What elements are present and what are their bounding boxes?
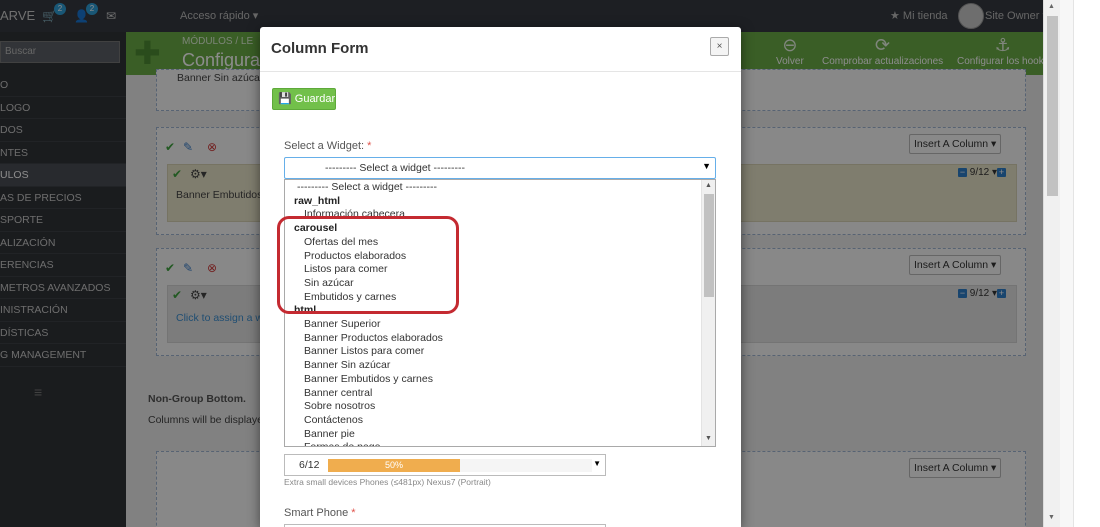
scroll-down-icon[interactable]: ▼ [1048,514,1055,521]
outer-scrollbar[interactable] [1060,0,1074,527]
scroll-up-icon[interactable]: ▲ [705,182,712,189]
close-button[interactable]: × [710,37,729,56]
dropdown-option[interactable]: Sobre nosotros [285,400,703,414]
dropdown-option[interactable]: Banner Productos elaborados [285,332,703,346]
dropdown-option[interactable]: Banner Superior [285,318,703,332]
column-size-value: 6/12 [299,459,320,471]
chevron-down-icon: ▼ [702,161,711,171]
dropdown-option[interactable]: Formas de pago [285,441,703,446]
dropdown-option[interactable]: Contáctenos [285,414,703,428]
save-icon: 💾 [278,93,292,105]
annotation-highlight [277,216,459,314]
scroll-up-icon[interactable]: ▲ [1048,3,1055,10]
widget-label: Select a Widget: * [284,140,371,152]
modal-title: Column Form [271,40,369,57]
dropdown-option[interactable]: Banner Sin azúcar [285,359,703,373]
required-marker: * [351,507,356,519]
divider [260,71,741,72]
chevron-down-icon: ▼ [593,459,601,468]
widget-select[interactable]: --------- Select a widget --------- ▼ [284,157,716,179]
dropdown-option[interactable]: Banner Embutidos y carnes [285,373,703,387]
dropdown-option[interactable]: Banner pie [285,428,703,442]
dropdown-option[interactable]: --------- Select a widget --------- [285,181,703,195]
scroll-down-icon[interactable]: ▼ [705,435,712,442]
column-size-select[interactable]: 6/12 50% ▼ [284,454,606,476]
size-progress-track [460,459,592,472]
device-hint: Extra small devices Phones (≤481px) Nexu… [284,477,491,487]
widget-select-value: --------- Select a widget --------- [325,162,465,174]
size-progress-bar: 50% [328,459,460,472]
required-marker: * [367,140,372,152]
smartphone-label-text: Smart Phone [284,507,349,519]
dropdown-option[interactable]: Banner central [285,387,703,401]
save-button[interactable]: 💾 Guardar [272,88,336,110]
smartphone-label: Smart Phone * [284,507,356,519]
scrollbar-thumb[interactable] [704,194,714,297]
outer-margin [1060,0,1100,527]
widget-label-text: Select a Widget: [284,140,365,152]
window-scrollbar[interactable]: ▲ ▼ [1043,0,1060,527]
dropdown-option[interactable]: Banner Listos para comer [285,345,703,359]
dropdown-group-label: raw_html [294,194,341,207]
save-label: Guardar [294,93,336,105]
dropdown-scrollbar[interactable]: ▲ ▼ [701,180,715,446]
window-scrollbar-thumb[interactable] [1047,16,1058,196]
